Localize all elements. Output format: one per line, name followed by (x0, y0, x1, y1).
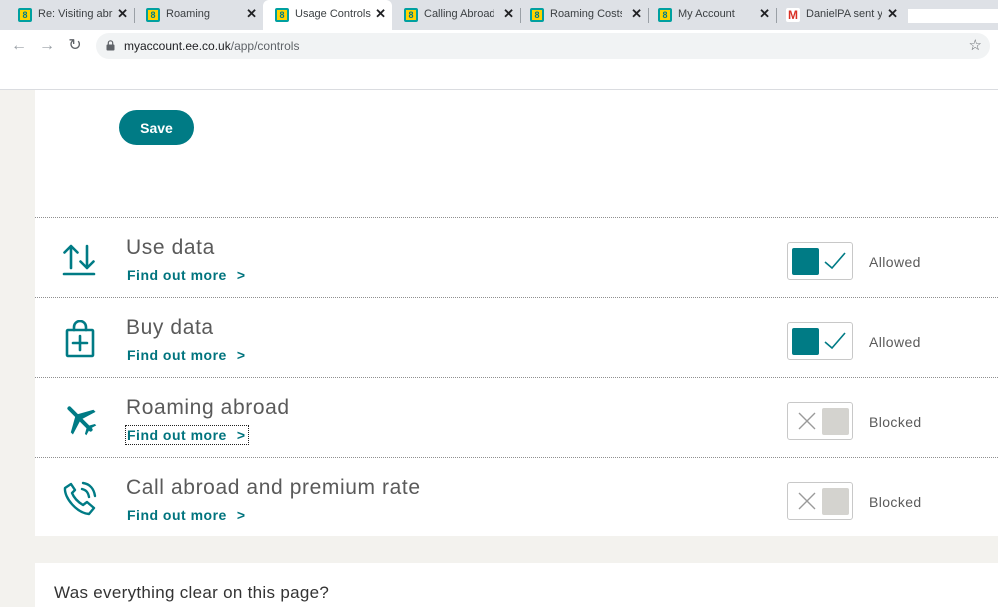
data-arrows-icon (62, 244, 96, 276)
browser-tab-4[interactable]: 8 Calling Abroad ✕ (392, 0, 520, 30)
ee-icon: 8 (530, 8, 544, 22)
bookmark-bar (0, 62, 998, 90)
browser-tab-2[interactable]: 8 Roaming ✕ (134, 0, 263, 30)
toggle-knob (822, 488, 849, 515)
star-icon[interactable]: ☆ (969, 36, 982, 54)
close-icon[interactable]: ✕ (631, 7, 642, 20)
airplane-icon (67, 406, 97, 436)
tab-title: Calling Abroad (424, 8, 494, 20)
back-icon[interactable]: ← (9, 36, 29, 56)
ee-icon: 8 (275, 8, 289, 22)
link-label: Find out more (127, 267, 227, 283)
page-content: Save Use data Find out more > Allowed Bu… (0, 90, 998, 607)
find-out-more-link[interactable]: Find out more > (126, 506, 248, 524)
cross-icon (798, 412, 816, 430)
close-icon[interactable]: ✕ (117, 7, 128, 20)
toggle-knob (792, 328, 819, 355)
control-title: Roaming abroad (126, 396, 290, 419)
url-host: myaccount.ee.co.uk (124, 39, 231, 53)
feedback-question: Was everything clear on this page? (54, 583, 330, 602)
control-row-use-data: Use data Find out more > Allowed (35, 217, 998, 297)
lock-icon[interactable] (106, 40, 115, 51)
status-label: Blocked (869, 414, 922, 430)
chevron-right-icon: > (236, 267, 246, 283)
chevron-right-icon: > (236, 507, 246, 523)
browser-tab-7[interactable]: M DanielPA sent y ✕ (776, 0, 904, 30)
control-row-roaming-abroad: Roaming abroad Find out more > Blocked (35, 377, 998, 457)
tab-title: Roaming (166, 8, 211, 20)
shopping-bag-plus-icon (65, 320, 95, 358)
browser-tab-1[interactable]: 8 Re: Visiting abr ✕ (0, 0, 134, 30)
status-label: Allowed (869, 254, 921, 270)
address-bar[interactable]: myaccount.ee.co.uk/app/controls ☆ (96, 33, 990, 59)
phone-call-icon (63, 481, 97, 516)
ee-icon: 8 (146, 8, 160, 22)
feedback-panel: Was everything clear on this page? (35, 563, 998, 607)
chevron-right-icon: > (236, 347, 246, 363)
buy-data-toggle[interactable] (787, 322, 853, 360)
new-tab-area[interactable] (908, 9, 998, 23)
forward-icon[interactable]: → (37, 36, 57, 56)
close-icon[interactable]: ✕ (375, 7, 386, 20)
tab-title: My Account (678, 8, 735, 20)
close-icon[interactable]: ✕ (503, 7, 514, 20)
link-label: Find out more (127, 347, 227, 363)
url-path: /app/controls (230, 39, 300, 53)
call-abroad-toggle[interactable] (787, 482, 853, 520)
link-label: Find out more (127, 427, 227, 443)
link-label: Find out more (127, 507, 227, 523)
find-out-more-link[interactable]: Find out more > (125, 425, 249, 445)
check-icon (824, 252, 846, 270)
check-icon (824, 332, 846, 350)
close-icon[interactable]: ✕ (759, 7, 770, 20)
browser-tab-3-active[interactable]: 8 Usage Controls ✕ (263, 0, 392, 30)
tab-title: Roaming Costs (550, 8, 622, 20)
save-button[interactable]: Save (119, 110, 194, 145)
roaming-abroad-toggle[interactable] (787, 402, 853, 440)
status-label: Blocked (869, 494, 922, 510)
browser-tab-5[interactable]: 8 Roaming Costs ✕ (520, 0, 648, 30)
url-text: myaccount.ee.co.uk/app/controls (124, 39, 299, 53)
browser-tab-6[interactable]: 8 My Account ✕ (648, 0, 776, 30)
status-label: Allowed (869, 334, 921, 350)
control-row-buy-data: Buy data Find out more > Allowed (35, 297, 998, 377)
control-title: Buy data (126, 316, 214, 339)
find-out-more-link[interactable]: Find out more > (126, 266, 248, 284)
use-data-toggle[interactable] (787, 242, 853, 280)
ee-icon: 8 (658, 8, 672, 22)
gmail-icon: M (786, 8, 800, 22)
tab-title: Usage Controls (295, 8, 371, 20)
toggle-knob (822, 408, 849, 435)
browser-toolbar: ← → ↻ myaccount.ee.co.uk/app/controls ☆ (0, 30, 998, 62)
cross-icon (798, 492, 816, 510)
ee-icon: 8 (404, 8, 418, 22)
control-title: Call abroad and premium rate (126, 476, 421, 499)
tab-title: Re: Visiting abr (38, 8, 113, 20)
browser-tab-strip: 8 Re: Visiting abr ✕ 8 Roaming ✕ 8 Usage… (0, 0, 998, 30)
tab-title: DanielPA sent y (806, 8, 882, 20)
close-icon[interactable]: ✕ (887, 7, 898, 20)
chevron-right-icon: > (236, 427, 246, 443)
control-title: Use data (126, 236, 215, 259)
find-out-more-link[interactable]: Find out more > (126, 346, 248, 364)
toggle-knob (792, 248, 819, 275)
close-icon[interactable]: ✕ (246, 7, 257, 20)
reload-icon[interactable]: ↻ (65, 36, 85, 56)
usage-controls-card: Save Use data Find out more > Allowed Bu… (35, 90, 998, 536)
control-row-call-abroad: Call abroad and premium rate Find out mo… (35, 457, 998, 537)
ee-icon: 8 (18, 8, 32, 22)
